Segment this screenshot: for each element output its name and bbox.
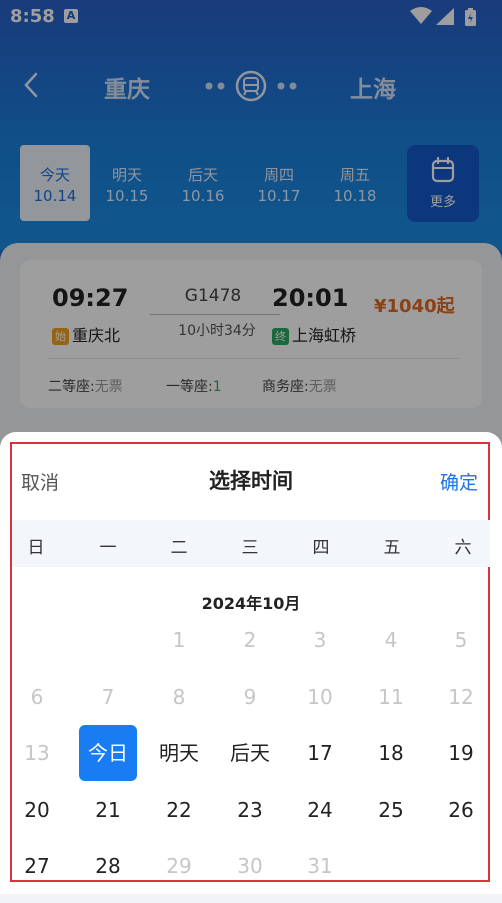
calendar-day-cell: 13 [24,741,50,765]
calendar-day-cell: 9 [243,685,257,709]
confirm-button[interactable]: 确定 [440,468,478,495]
weekday-sat: 六 [454,538,472,558]
weekday-thu: 四 [312,538,330,558]
calendar-day-cell[interactable]: 21 [79,782,137,838]
calendar-day-cell: 12 [448,685,474,709]
calendar-day-cell: 4 [384,628,398,652]
weekday-tue: 二 [170,538,188,558]
calendar-day-cell: 7 [101,685,115,709]
calendar-day-cell[interactable]: 18 [362,725,420,781]
calendar-day-cell[interactable]: 27 [8,838,66,894]
calendar-day-cell: 29 [166,854,192,878]
calendar-day-cell: 31 [307,854,333,878]
weekday-mon: 一 [99,538,117,558]
calendar-day-cell[interactable]: 后天 [221,725,279,781]
calendar-day-cell: 3 [313,628,327,652]
calendar-day-cell: 11 [378,685,404,709]
calendar-day-cell: 30 [237,854,263,878]
calendar-day-cell[interactable]: 26 [432,782,490,838]
calendar-day-cell[interactable]: 22 [150,782,208,838]
weekday-fri: 五 [383,538,401,558]
calendar-day-cell: 8 [172,685,186,709]
sheet-title: 选择时间 [209,469,293,493]
calendar-day-cell: 6 [30,685,44,709]
calendar-day-cell[interactable]: 25 [362,782,420,838]
calendar-day-cell[interactable]: 今日 [79,725,137,781]
calendar-day-cell: 2 [243,628,257,652]
weekday-wed: 三 [241,538,259,558]
calendar-day-cell[interactable]: 明天 [150,725,208,781]
calendar-day-cell[interactable]: 24 [291,782,349,838]
cancel-button[interactable]: 取消 [21,468,59,495]
calendar-day-cell: 10 [307,685,333,709]
calendar-day-cell[interactable]: 28 [79,838,137,894]
calendar-day-cell[interactable]: 17 [291,725,349,781]
calendar-day-cell[interactable]: 23 [221,782,279,838]
calendar-day-cell: 5 [454,628,468,652]
month-label: 2024年10月 [201,594,301,613]
calendar-day-cell[interactable]: 19 [432,725,490,781]
calendar-day-cell[interactable]: 20 [8,782,66,838]
calendar-day-cell: 1 [172,628,186,652]
weekday-sun: 日 [27,538,45,558]
